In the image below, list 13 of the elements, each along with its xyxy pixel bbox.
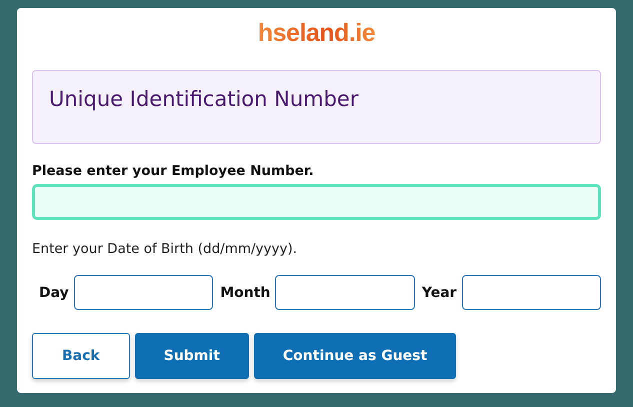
date-field[interactable]	[74, 275, 214, 310]
date-label: Day	[39, 284, 69, 300]
field-label: Please enter your Employee Number.	[32, 162, 315, 180]
date-field[interactable]	[275, 275, 415, 310]
date-of-birth-prompt: Enter your Date of Birth (dd/mm/yyyy).	[32, 240, 298, 258]
page-heading: Unique Identification Number	[49, 86, 360, 113]
action-button[interactable]: Submit	[134, 333, 249, 379]
date-label: Year	[422, 284, 457, 300]
date-field[interactable]	[462, 275, 602, 310]
action-button[interactable]: Continue as Guest	[254, 333, 456, 379]
employee-number-field[interactable]	[32, 184, 601, 220]
action-button[interactable]: Back	[32, 333, 130, 379]
date-label: Month	[220, 284, 270, 300]
